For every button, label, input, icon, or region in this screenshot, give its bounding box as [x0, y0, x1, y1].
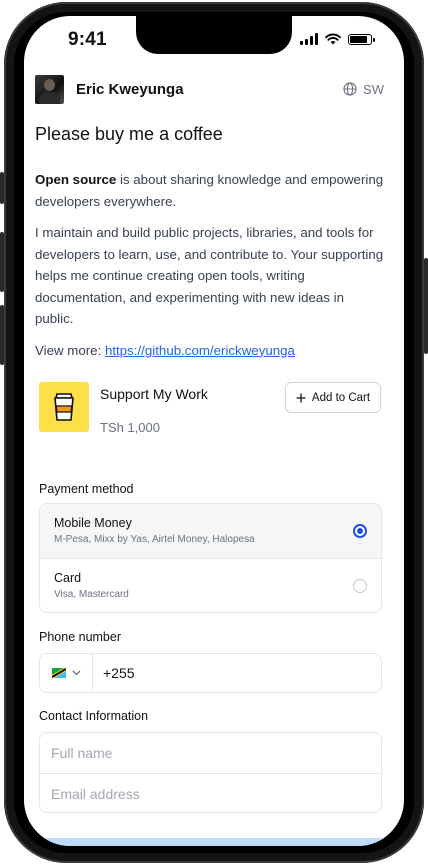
contact-information-group — [39, 732, 382, 813]
page-content: Please buy me a coffee Open source is ab… — [35, 124, 385, 371]
wifi-icon — [325, 33, 341, 45]
country-code-select[interactable] — [40, 654, 93, 692]
status-time: 9:41 — [68, 29, 107, 50]
power-button — [424, 258, 428, 354]
add-to-cart-label: Add to Cart — [311, 391, 371, 404]
view-more: View more: https://github.com/erickweyun… — [35, 340, 385, 362]
full-name-input[interactable] — [40, 733, 381, 773]
radio-selected[interactable] — [353, 524, 367, 538]
checkout-button[interactable] — [35, 838, 395, 846]
payment-method-group: Mobile Money M-Pesa, Mixx by Yas, Airtel… — [39, 503, 382, 613]
intro-bold: Open source — [35, 172, 117, 187]
phone-number-label: Phone number — [39, 630, 122, 644]
volume-up-button — [0, 232, 4, 292]
screen: 9:41 Eric Kweyunga SW Please buy me a co… — [24, 16, 404, 846]
payment-option-title: Card — [54, 571, 82, 585]
plus-icon — [296, 393, 306, 402]
status-icons — [300, 33, 375, 45]
language-code: SW — [363, 81, 384, 97]
radio-unselected[interactable] — [353, 579, 367, 593]
profile-name: Eric Kweyunga — [76, 80, 184, 98]
volume-down-button — [0, 305, 4, 365]
intro-paragraph: Open source is about sharing knowledge a… — [35, 169, 385, 212]
mute-switch — [0, 172, 4, 204]
payment-option-card[interactable]: Card Visa, Mastercard — [40, 559, 381, 612]
avatar[interactable] — [35, 74, 64, 104]
product-price: TSh 1,000 — [100, 420, 160, 435]
status-bar: 9:41 — [24, 16, 404, 66]
tanzania-flag-icon — [51, 668, 66, 678]
payment-option-title: Mobile Money — [54, 516, 132, 530]
phone-number-input[interactable] — [93, 654, 381, 692]
payment-method-label: Payment method — [39, 482, 134, 496]
github-link[interactable]: https://github.com/erickweyunga — [105, 343, 295, 358]
product-name: Support My Work — [100, 386, 208, 402]
battery-icon — [348, 33, 375, 45]
payment-option-subtitle: Visa, Mastercard — [54, 589, 129, 600]
globe-icon — [343, 82, 357, 96]
email-input[interactable] — [40, 774, 381, 812]
coffee-cup-icon — [54, 393, 74, 421]
page-title: Please buy me a coffee — [35, 124, 223, 144]
product-card: Support My Work TSh 1,000 Add to Cart — [39, 382, 382, 442]
chevron-down-icon — [72, 670, 80, 676]
payment-option-subtitle: M-Pesa, Mixx by Yas, Airtel Money, Halop… — [54, 534, 255, 545]
view-more-label: View more: — [35, 342, 105, 358]
phone-number-field — [39, 653, 382, 693]
dynamic-island — [136, 16, 292, 54]
cellular-signal-icon — [300, 33, 318, 45]
add-to-cart-button[interactable]: Add to Cart — [285, 382, 381, 413]
language-switcher[interactable]: SW — [343, 82, 384, 97]
contact-information-label: Contact Information — [39, 709, 149, 723]
product-image — [39, 382, 89, 432]
payment-option-mobile-money[interactable]: Mobile Money M-Pesa, Mixx by Yas, Airtel… — [40, 504, 381, 559]
description-paragraph: I maintain and build public projects, li… — [35, 225, 384, 326]
profile-header: Eric Kweyunga SW — [35, 74, 384, 104]
